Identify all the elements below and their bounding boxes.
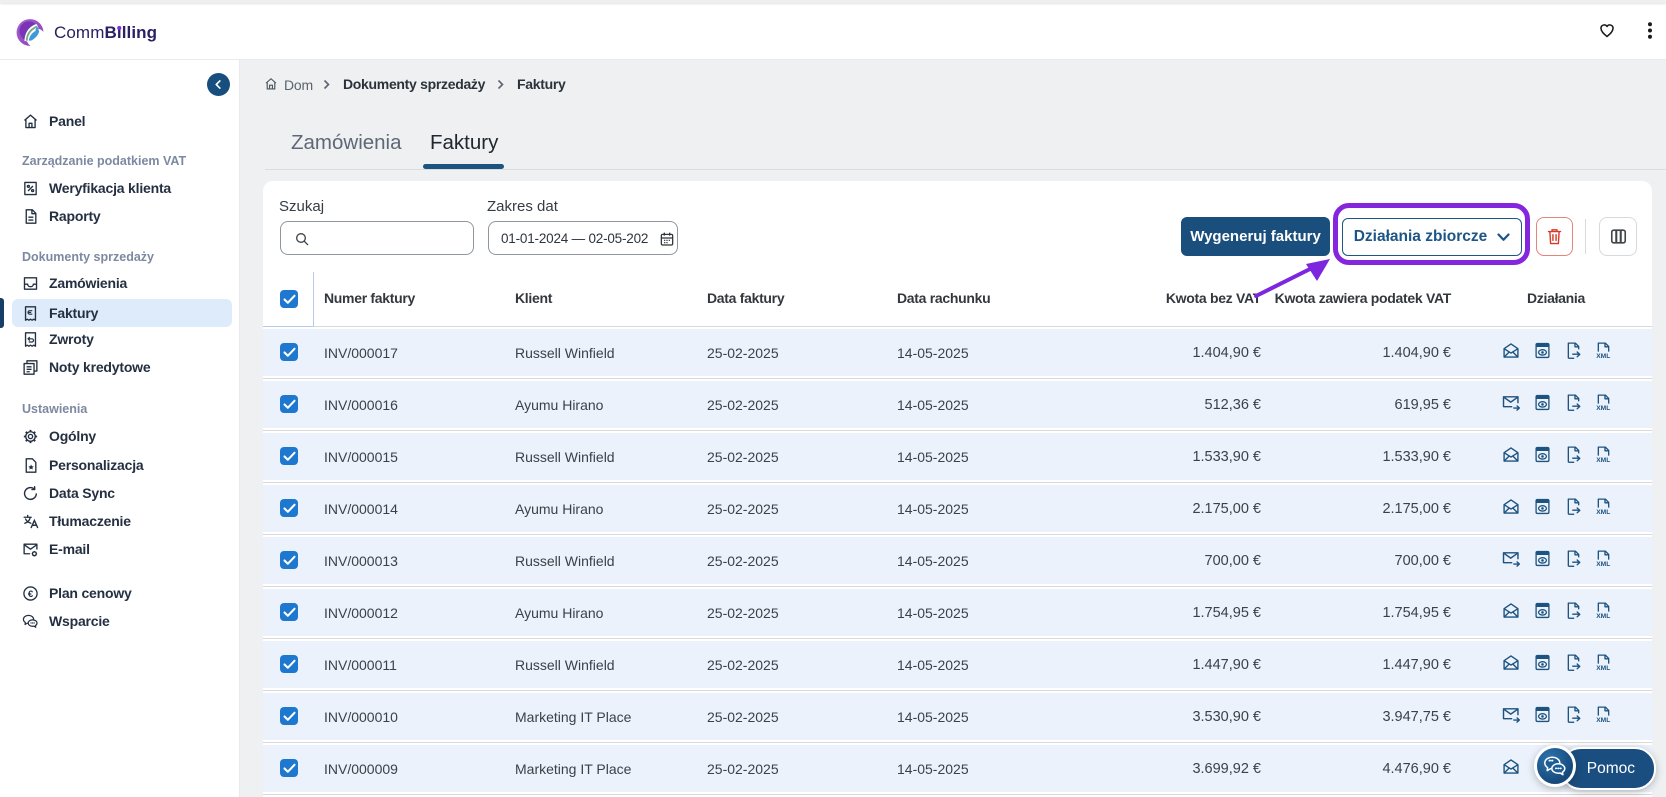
svg-text:XML: XML: [1596, 612, 1610, 618]
svg-text:€: €: [28, 588, 34, 599]
svg-text:XML: XML: [1596, 560, 1610, 566]
svg-text:XML: XML: [1596, 508, 1610, 514]
svg-text:XML: XML: [1596, 352, 1610, 358]
svg-text:XML: XML: [1596, 404, 1610, 410]
svg-text:XML: XML: [1596, 456, 1610, 462]
svg-text:XML: XML: [1596, 664, 1610, 670]
svg-text:XML: XML: [1596, 716, 1610, 722]
